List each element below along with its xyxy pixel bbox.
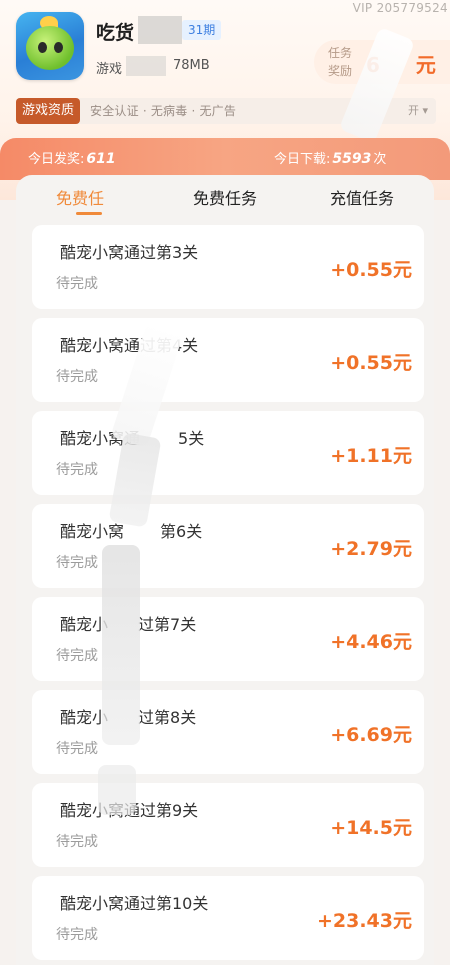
task-status: 待完成 [56, 834, 98, 850]
task-reward: +0.55元 [330, 352, 412, 374]
task-card[interactable]: 酷宠小窝通 5关 待完成 +1.11元 [32, 411, 424, 495]
task-tabs: 免费任 免费任务 充值任务 [16, 175, 434, 219]
redacted-meta-blur [126, 56, 166, 76]
task-status: 待完成 [56, 462, 98, 478]
task-card[interactable]: 酷宠小窝通过第10关 待完成 +23.43元 [32, 876, 424, 960]
task-status: 待完成 [56, 555, 98, 571]
app-name: 吃货 [96, 22, 135, 44]
qualification-text: 安全认证 · 无病毒 · 无广告 [90, 104, 237, 118]
task-panel: 免费任 免费任务 充值任务 酷宠小窝通过第3关 待完成 +0.55元 酷宠小窝通… [16, 175, 434, 965]
app-icon-eye-left [38, 42, 47, 53]
expand-toggle[interactable]: 开 ▾ [408, 98, 428, 124]
task-reward: +23.43元 [316, 910, 412, 932]
task-reward: +6.69元 [330, 724, 412, 746]
task-reward: +2.79元 [330, 538, 412, 560]
tab-free-tasks-active[interactable]: 免费任 [56, 185, 104, 209]
task-card[interactable]: 酷宠小窝 第6关 待完成 +2.79元 [32, 504, 424, 588]
task-status: 待完成 [56, 648, 98, 664]
task-status: 待完成 [56, 276, 98, 292]
task-status: 待完成 [56, 741, 98, 757]
task-status: 待完成 [56, 369, 98, 385]
task-status: 待完成 [56, 927, 98, 943]
task-reward: +4.46元 [330, 631, 412, 653]
task-card[interactable]: 酷宠小窝通过第9关 待完成 +14.5元 [32, 783, 424, 867]
tab-recharge-tasks[interactable]: 充值任务 [330, 185, 394, 209]
task-reward: +0.55元 [330, 259, 412, 281]
task-card[interactable]: 酷宠小窝通过第3关 待完成 +0.55元 [32, 225, 424, 309]
game-app-icon [16, 12, 84, 80]
app-meta: 游戏 78MB [96, 58, 210, 77]
app-meta-prefix: 游戏 [96, 62, 123, 77]
app-size: 78MB [173, 58, 210, 73]
task-reward: +14.5元 [330, 817, 412, 839]
task-title: 酷宠小窝通过第3关 [60, 243, 199, 262]
vip-id: VIP 205779524 [352, 1, 448, 15]
redaction-smear [102, 545, 140, 745]
reward-label: 任务奖励 [327, 46, 352, 78]
app-icon-eye-right [54, 42, 63, 53]
redacted-name-blur [138, 16, 182, 44]
tab-free-tasks[interactable]: 免费任务 [193, 185, 257, 209]
today-award-stat: 今日发奖: 611 [28, 151, 116, 167]
task-card[interactable]: 酷宠小窝通过第4关 待完成 +0.55元 [32, 318, 424, 402]
stats-bar: 今日发奖: 611 今日下载: 5593 次 [0, 138, 450, 180]
task-title: 酷宠小窝通过第10关 [60, 894, 209, 913]
tab-active-underline [76, 212, 102, 215]
qualification-chip: 游戏资质 [16, 98, 81, 124]
redaction-smear [98, 765, 136, 815]
today-download-stat: 今日下载: 5593 次 [274, 151, 387, 167]
task-card[interactable]: 酷宠小 过第8关 待完成 +6.69元 [32, 690, 424, 774]
app-icon-character [26, 26, 74, 70]
task-card[interactable]: 酷宠小 过第7关 待完成 +4.46元 [32, 597, 424, 681]
period-badge: 31期 [182, 20, 222, 40]
task-reward: +1.11元 [330, 445, 412, 467]
